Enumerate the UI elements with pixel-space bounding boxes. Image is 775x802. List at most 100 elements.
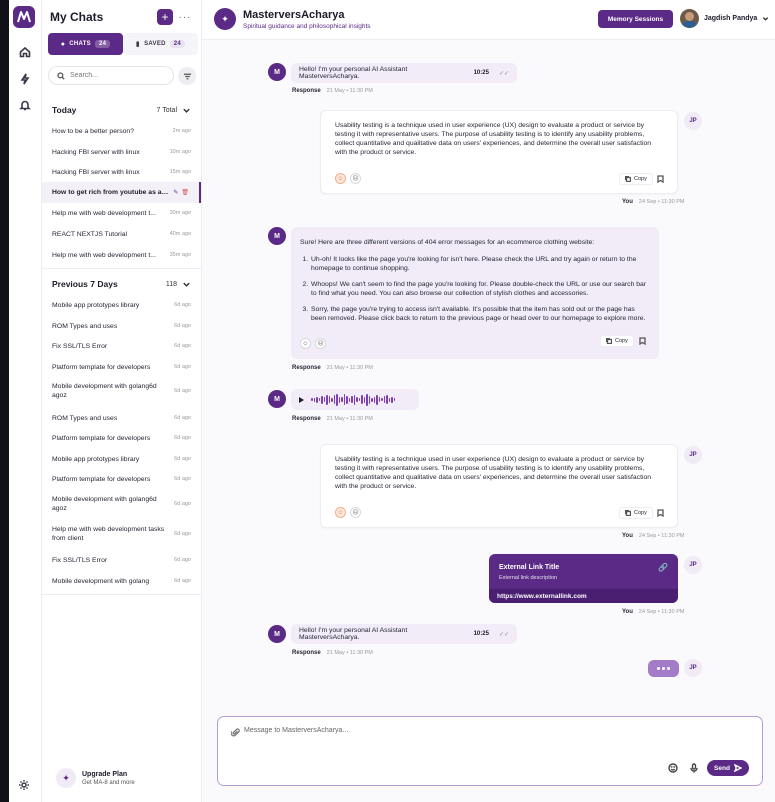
bell-icon[interactable] bbox=[15, 95, 35, 115]
response-label: Response bbox=[292, 416, 321, 422]
chat-bubble-icon: ● bbox=[60, 40, 66, 48]
bot-avatar: M bbox=[268, 390, 286, 408]
link-title: External Link Title bbox=[499, 564, 560, 571]
message-meta: You 24 Sep • 11:30 PM bbox=[622, 199, 684, 205]
copy-icon bbox=[625, 176, 631, 182]
thumbs-down-icon[interactable]: ☹ bbox=[350, 173, 361, 184]
list-item[interactable]: Fix SSL/TLS Error 6d ago bbox=[42, 340, 201, 352]
bookmark-icon[interactable] bbox=[655, 507, 665, 519]
list-item[interactable]: How to be a better person? 2m ago bbox=[42, 125, 201, 137]
list-item: Sorry, the page you're trying to access … bbox=[310, 305, 650, 323]
list-item[interactable]: Mobile app prototypes library 6d ago bbox=[42, 453, 201, 465]
chat-title: Fix SSL/TLS Error bbox=[52, 342, 108, 350]
chat-title: Mobile development with golang bbox=[52, 577, 150, 585]
bot-avatar: M bbox=[268, 625, 286, 643]
chat-time: 6d ago bbox=[174, 557, 191, 563]
list-item[interactable]: Help me with web development tasks from … bbox=[42, 524, 201, 544]
list-item[interactable]: Mobile development with golang 6d ago bbox=[42, 575, 201, 587]
list-item[interactable]: ROM Types and uses 6d ago bbox=[42, 320, 201, 332]
copy-button[interactable]: Copy bbox=[619, 173, 653, 185]
message-text: Hello! I'm your personal AI Assistant Ma… bbox=[299, 66, 408, 80]
more-options-icon[interactable]: ··· bbox=[177, 9, 193, 25]
list-item[interactable]: REACT NEXTJS Tutorial 40m ago bbox=[42, 228, 201, 240]
home-icon[interactable] bbox=[15, 42, 35, 62]
delete-icon[interactable]: 🗑 bbox=[181, 189, 189, 196]
icon-rail bbox=[9, 0, 42, 802]
external-link-card[interactable]: External Link Title External link descri… bbox=[489, 554, 678, 603]
chat-time: 40m ago bbox=[169, 231, 191, 237]
bookmark-icon[interactable] bbox=[637, 335, 647, 347]
filter-button[interactable] bbox=[178, 67, 196, 85]
play-icon[interactable] bbox=[299, 396, 304, 403]
copy-button[interactable]: Copy bbox=[619, 507, 653, 519]
avatar bbox=[680, 9, 699, 28]
tab-saved[interactable]: ▮ SAVED 24 bbox=[123, 33, 198, 55]
list-item[interactable]: Platform template for developers 6d ago bbox=[42, 361, 201, 373]
section-previous[interactable]: Previous 7 Days 118 bbox=[52, 277, 191, 291]
microphone-icon[interactable] bbox=[689, 763, 699, 773]
bookmark-icon[interactable] bbox=[655, 173, 665, 185]
read-check-icon: ✓✓ bbox=[498, 631, 509, 638]
send-arrow-icon bbox=[733, 764, 742, 772]
message-meta: You 24 Sep • 11:30 PM bbox=[622, 533, 684, 539]
memory-sessions-button[interactable]: Memory Sessions bbox=[598, 10, 673, 28]
chat-time: 35m ago bbox=[169, 252, 191, 258]
copy-label: Copy bbox=[634, 176, 647, 182]
search-box bbox=[48, 66, 174, 85]
attach-paperclip-icon[interactable] bbox=[230, 728, 240, 737]
link-url[interactable]: https://www.externallink.com bbox=[489, 589, 678, 603]
message-input[interactable] bbox=[244, 727, 644, 741]
settings-gear-icon[interactable] bbox=[18, 779, 30, 791]
you-label: You bbox=[622, 609, 633, 615]
list-item: Whoops! We can't seem to find the page y… bbox=[310, 280, 650, 298]
upgrade-plan[interactable]: ✦ Upgrade Plan Get MA-8 and more bbox=[56, 768, 135, 788]
thumbs-up-icon[interactable]: ☺ bbox=[335, 507, 346, 518]
search-icon bbox=[57, 71, 65, 80]
section-today[interactable]: Today 7 Total bbox=[52, 103, 191, 117]
message-meta: Response 21 May • 11:30 PM bbox=[292, 365, 373, 371]
lightning-icon[interactable] bbox=[15, 69, 35, 89]
meta-time: 21 May • 11:30 PM bbox=[326, 416, 373, 422]
emoji-icon[interactable] bbox=[668, 763, 678, 773]
meta-time: 21 May • 11:30 PM bbox=[326, 88, 373, 94]
list-item[interactable]: Help me with web development t... 30m ag… bbox=[42, 207, 201, 219]
chat-title: How to be a better person? bbox=[52, 127, 134, 135]
copy-button[interactable]: Copy bbox=[600, 335, 634, 347]
edit-icon[interactable]: ✎ bbox=[173, 189, 178, 196]
list-item[interactable]: ROM Types and uses 6d ago bbox=[42, 412, 201, 424]
link-description: External link description bbox=[499, 575, 558, 581]
audio-message bbox=[291, 389, 419, 410]
list-item-active[interactable]: How to get rich from youtube as an i... … bbox=[42, 182, 201, 203]
chat-title: REACT NEXTJS Tutorial bbox=[52, 230, 128, 238]
audio-waveform[interactable] bbox=[311, 393, 395, 407]
list-item[interactable]: Platform template for developers 6d ago bbox=[42, 432, 201, 444]
list-item[interactable]: Mobile app prototypes library 6d ago bbox=[42, 299, 201, 311]
bot-message: Hello! I'm your personal AI Assistant Ma… bbox=[291, 624, 517, 644]
new-chat-button[interactable]: + bbox=[157, 9, 173, 25]
read-check-icon: ✓✓ bbox=[498, 70, 509, 77]
thumbs-up-icon[interactable]: ☺ bbox=[300, 338, 311, 349]
list-item[interactable]: Help me with web development t... 35m ag… bbox=[42, 249, 201, 261]
chat-title: Mobile app prototypes library bbox=[52, 455, 140, 463]
send-button[interactable]: Send bbox=[707, 760, 749, 776]
list-item[interactable]: Fix SSL/TLS Error 6d ago bbox=[42, 554, 201, 566]
assistant-logo-icon: ✦ bbox=[214, 8, 236, 30]
app-logo[interactable] bbox=[13, 6, 35, 28]
thumbs-down-icon[interactable]: ☹ bbox=[315, 338, 326, 349]
list-item[interactable]: Hacking FBI server with linux 10m ago bbox=[42, 146, 201, 158]
thumbs-down-icon[interactable]: ☹ bbox=[350, 507, 361, 518]
user-avatar: JP bbox=[684, 659, 702, 677]
copy-label: Copy bbox=[634, 510, 647, 516]
section-previous-label: Previous 7 Days bbox=[52, 279, 118, 289]
user-menu[interactable]: Jagdish Pandya bbox=[680, 9, 769, 28]
thumbs-up-icon[interactable]: ☺ bbox=[335, 173, 346, 184]
tab-chats[interactable]: ● CHATS 24 bbox=[48, 33, 123, 55]
list-item[interactable]: Hacking FBI server with linux 15m ago bbox=[42, 166, 201, 178]
list-item[interactable]: Platform template for developers 6d ago bbox=[42, 473, 201, 485]
search-input[interactable] bbox=[70, 72, 160, 79]
list-item[interactable]: Mobile development with golang6d agoz 6d… bbox=[42, 494, 201, 514]
meta-time: 24 Sep • 11:30 PM bbox=[638, 199, 685, 205]
user-avatar: JP bbox=[684, 112, 702, 130]
list-item[interactable]: Mobile development with golang6d agoz 6d… bbox=[42, 381, 201, 401]
message-text: Usability testing is a technique used in… bbox=[335, 122, 652, 156]
